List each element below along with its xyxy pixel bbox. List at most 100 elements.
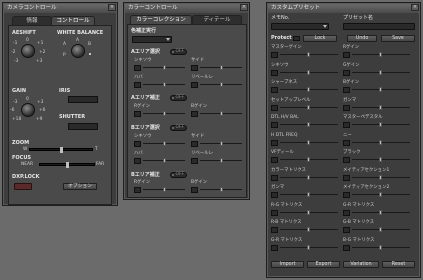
protect-checkbox[interactable] xyxy=(293,36,300,41)
a-bgain-value[interactable] xyxy=(191,111,198,117)
focus-thumb[interactable] xyxy=(66,162,69,168)
b-width-thumb[interactable] xyxy=(163,158,166,163)
preset-param-value[interactable] xyxy=(343,209,350,216)
preset-param-track[interactable] xyxy=(352,87,410,92)
a-hue-slider[interactable] xyxy=(134,65,186,73)
preset-param-thumb[interactable] xyxy=(307,69,310,75)
preset-param-value[interactable] xyxy=(271,227,278,233)
preset-param-value[interactable] xyxy=(271,122,278,128)
b-area-select-toggle[interactable]: OFF xyxy=(170,125,187,131)
preset-param-value[interactable] xyxy=(343,174,350,181)
preset-param-slider[interactable] xyxy=(271,87,341,95)
preset-param-slider[interactable] xyxy=(271,52,341,60)
b-bgain-slider[interactable] xyxy=(191,187,243,195)
preset-param-track[interactable] xyxy=(352,122,410,127)
preset-param-value[interactable] xyxy=(271,52,278,58)
b-bright-value[interactable] xyxy=(191,158,198,164)
a-bgain-thumb[interactable] xyxy=(220,111,223,116)
a-hue-track[interactable] xyxy=(143,65,185,70)
b-bgain-track[interactable] xyxy=(200,187,242,192)
lock-button[interactable]: Lock xyxy=(303,35,337,42)
b-hue-slider[interactable] xyxy=(134,141,186,149)
a-bright-thumb[interactable] xyxy=(220,82,223,87)
b-width-value[interactable] xyxy=(134,158,141,164)
b-bgain-thumb[interactable] xyxy=(220,187,223,192)
b-width-track[interactable] xyxy=(143,158,185,163)
reset-button[interactable]: Reset xyxy=(382,261,415,268)
preset-param-thumb[interactable] xyxy=(307,52,310,57)
b-rgain-track[interactable] xyxy=(143,187,185,192)
a-area-comp-toggle[interactable]: OFF xyxy=(170,95,187,101)
preset-param-track[interactable] xyxy=(352,157,410,162)
a-hue-thumb[interactable] xyxy=(163,65,166,70)
preset-param-slider[interactable] xyxy=(271,122,341,130)
preset-param-slider[interactable] xyxy=(343,192,413,200)
a-bgain-track[interactable] xyxy=(200,111,242,116)
preset-name-field[interactable] xyxy=(343,23,415,30)
color-correct-dropdown[interactable] xyxy=(132,36,172,43)
preset-param-track[interactable] xyxy=(352,104,410,110)
preset-param-value[interactable] xyxy=(343,52,350,58)
shutter-field[interactable] xyxy=(68,123,98,130)
preset-param-thumb[interactable] xyxy=(307,174,310,180)
preset-param-thumb[interactable] xyxy=(379,227,382,232)
close-icon[interactable]: × xyxy=(108,4,116,11)
preset-param-thumb[interactable] xyxy=(379,104,382,110)
preset-param-value[interactable] xyxy=(271,157,278,163)
close-icon[interactable]: × xyxy=(411,4,419,11)
b-rgain-slider[interactable] xyxy=(134,187,186,195)
a-sat-value[interactable] xyxy=(191,65,198,71)
preset-param-value[interactable] xyxy=(271,174,278,181)
b-bgain-value[interactable] xyxy=(191,187,198,193)
preset-param-value[interactable] xyxy=(343,227,350,233)
white-balance-knob[interactable] xyxy=(71,44,85,58)
preset-param-value[interactable] xyxy=(271,104,278,111)
a-rgain-thumb[interactable] xyxy=(163,111,166,116)
preset-param-thumb[interactable] xyxy=(307,87,310,92)
preset-param-slider[interactable] xyxy=(343,174,413,183)
b-sat-track[interactable] xyxy=(200,141,242,146)
a-width-track[interactable] xyxy=(143,82,185,87)
preset-param-slider[interactable] xyxy=(343,122,413,130)
preset-param-value[interactable] xyxy=(271,69,278,76)
export-button[interactable]: Export xyxy=(307,261,340,268)
preset-param-slider[interactable] xyxy=(271,157,341,165)
preset-param-thumb[interactable] xyxy=(307,157,310,162)
aeshift-knob[interactable] xyxy=(21,44,35,58)
preset-param-value[interactable] xyxy=(343,244,350,251)
preset-param-value[interactable] xyxy=(343,192,350,198)
zoom-thumb[interactable] xyxy=(60,147,63,153)
a-sat-slider[interactable] xyxy=(191,65,243,73)
preset-param-thumb[interactable] xyxy=(379,209,382,215)
preset-param-thumb[interactable] xyxy=(379,157,382,162)
preset-param-value[interactable] xyxy=(343,104,350,111)
preset-param-value[interactable] xyxy=(343,157,350,163)
preset-param-track[interactable] xyxy=(280,87,338,92)
b-width-slider[interactable] xyxy=(134,158,186,166)
zoom-slider[interactable] xyxy=(29,147,93,153)
preset-param-value[interactable] xyxy=(271,209,278,216)
a-sat-track[interactable] xyxy=(200,65,242,70)
preset-param-slider[interactable] xyxy=(271,139,341,148)
preset-param-thumb[interactable] xyxy=(379,122,382,127)
preset-param-slider[interactable] xyxy=(271,227,341,235)
b-bright-slider[interactable] xyxy=(191,158,243,166)
b-sat-thumb[interactable] xyxy=(220,141,223,146)
preset-param-slider[interactable] xyxy=(343,139,413,148)
preset-param-value[interactable] xyxy=(343,122,350,128)
focus-slider[interactable] xyxy=(39,162,95,168)
b-hue-thumb[interactable] xyxy=(163,141,166,146)
b-sat-slider[interactable] xyxy=(191,141,243,149)
preset-param-track[interactable] xyxy=(280,192,338,197)
b-sat-value[interactable] xyxy=(191,141,198,147)
preset-param-track[interactable] xyxy=(352,69,410,75)
a-bright-track[interactable] xyxy=(200,82,242,87)
preset-param-track[interactable] xyxy=(280,122,338,127)
preset-param-slider[interactable] xyxy=(343,157,413,165)
preset-param-track[interactable] xyxy=(280,157,338,162)
preset-param-thumb[interactable] xyxy=(307,192,310,197)
preset-param-value[interactable] xyxy=(271,139,278,146)
a-width-thumb[interactable] xyxy=(163,82,166,87)
preset-param-track[interactable] xyxy=(280,139,338,145)
undo-button[interactable]: Undo xyxy=(347,35,377,42)
